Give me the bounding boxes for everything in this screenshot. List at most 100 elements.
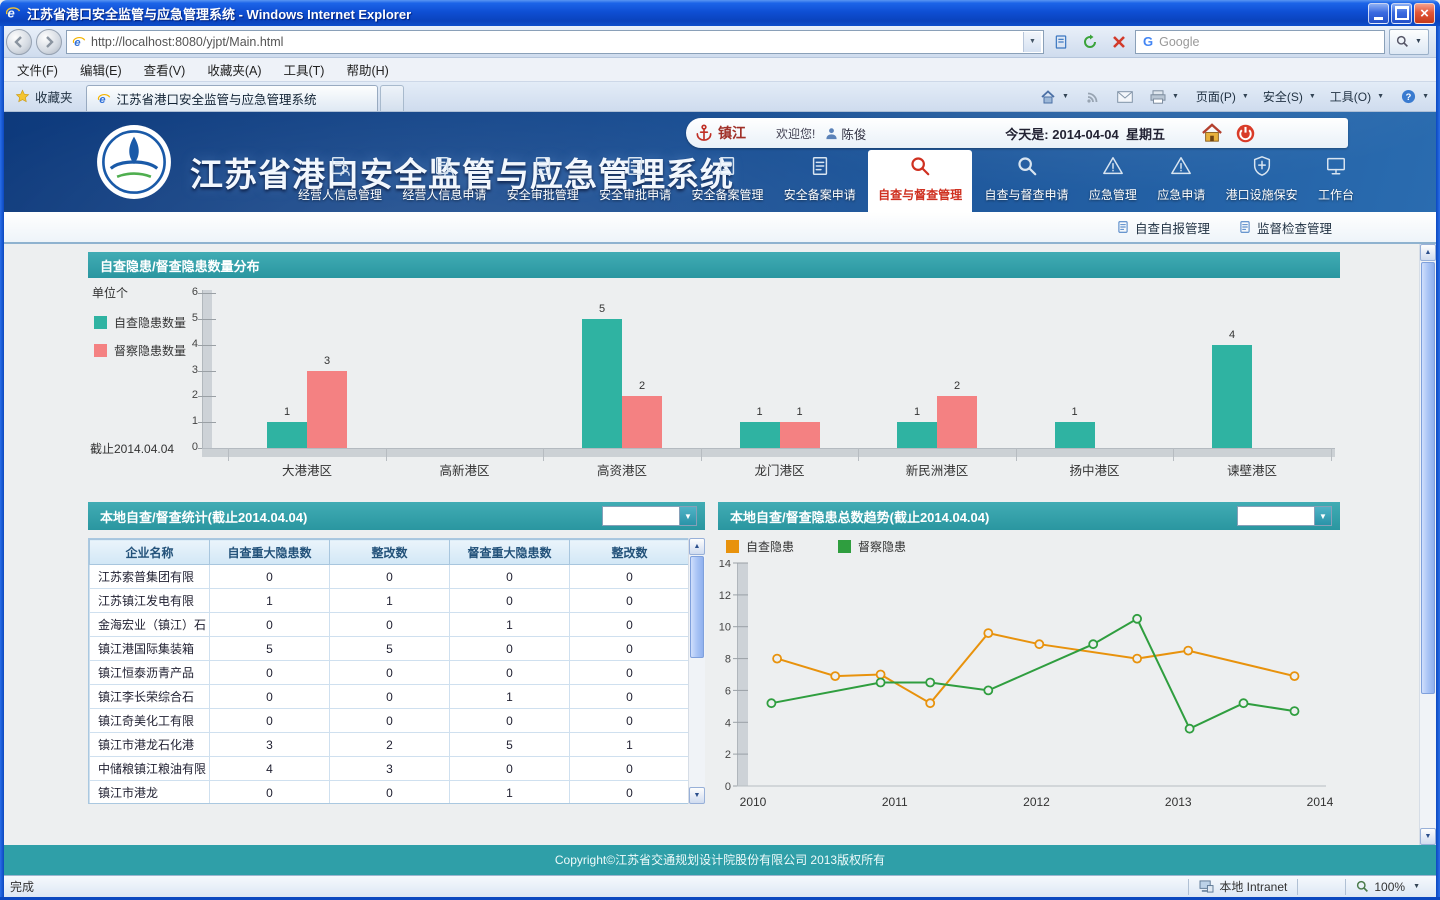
nav-item-2[interactable]: 安全审批管理 [499,150,587,212]
magnifier-icon [1016,155,1038,182]
google-icon: G [1143,34,1153,49]
warning-icon [1170,155,1192,182]
bar-category-label: 高新港区 [395,460,535,479]
favorites-button[interactable]: 收藏夹 [6,84,82,108]
svg-text:2: 2 [725,749,731,761]
browser-tab[interactable]: e 江苏省港口安全监管与应急管理系统 [86,85,378,111]
help-button[interactable]: ?▼ [1394,87,1436,106]
menu-view[interactable]: 查看(V) [133,57,197,82]
table-row[interactable]: 镇江市港龙0010 [90,781,690,805]
home-icon[interactable] [1201,123,1223,143]
table-row[interactable]: 江苏索普集团有限0000 [90,565,690,589]
nav-item-0[interactable]: 经营人信息管理 [290,150,390,212]
nav-item-8[interactable]: 应急管理 [1081,150,1145,212]
stats-column-header[interactable]: 整改数 [330,540,450,565]
stats-panel-title: 本地自查/督查统计(截止2014.04.04) [100,507,307,526]
address-dropdown-button[interactable]: ▼ [1023,32,1041,52]
stats-column-header[interactable]: 企业名称 [90,540,210,565]
table-row[interactable]: 镇江港国际集装箱5500 [90,637,690,661]
magnifier-icon [909,155,931,182]
toolbar-tools-button[interactable]: 工具(O)▼ [1323,86,1391,107]
stop-button[interactable] [1106,30,1131,54]
menu-help[interactable]: 帮助(H) [335,57,399,82]
table-scrollbar[interactable]: ▲ ▼ [688,538,705,804]
nav-item-7[interactable]: 自查与督查申请 [977,150,1077,212]
scroll-up-button[interactable]: ▲ [689,538,705,555]
trend-panel-title: 本地自查/督查隐患总数趋势(截止2014.04.04) [730,507,989,526]
new-tab-button[interactable] [380,85,404,111]
menu-favorites[interactable]: 收藏夹(A) [196,57,272,82]
person-doc-icon [329,155,351,182]
table-row[interactable]: 镇江奇美化工有限0000 [90,709,690,733]
svg-text:2013: 2013 [1165,795,1192,809]
menu-edit[interactable]: 编辑(E) [69,57,133,82]
nav-item-4[interactable]: 安全备案管理 [683,150,771,212]
stats-column-header[interactable]: 整改数 [570,540,690,565]
table-row[interactable]: 中储粮镇江粮油有限4300 [90,757,690,781]
toolbar-page-button[interactable]: 页面(P)▼ [1189,86,1256,107]
doc-icon [1238,220,1252,234]
search-placeholder: Google [1159,35,1199,49]
scroll-down-button[interactable]: ▼ [689,787,705,804]
address-toolbar: e http://localhost:8080/yjpt/Main.html ▼… [0,26,1440,58]
stats-column-header[interactable]: 自查重大隐患数 [210,540,330,565]
favorites-bar: 收藏夹 e 江苏省港口安全监管与应急管理系统 ▼ ▼ 页面(P)▼安全(S)▼工… [0,82,1440,112]
stats-filter-select[interactable]: ▼ [602,506,697,526]
refresh-button[interactable] [1077,30,1102,54]
stats-table: 企业名称自查重大隐患数整改数督查重大隐患数整改数江苏索普集团有限0000江苏镇江… [89,539,690,804]
nav-item-3[interactable]: 安全审批申请 [591,150,679,212]
bar-value-label: 1 [1055,406,1095,418]
page-scrollbar[interactable]: ▲ ▼ [1419,244,1436,845]
print-button[interactable]: ▼ [1143,88,1186,106]
scrollbar-thumb[interactable] [690,556,704,658]
nav-item-10[interactable]: 港口设施保安 [1218,150,1306,212]
forward-button[interactable] [36,29,62,55]
toolbar-safety-button[interactable]: 安全(S)▼ [1256,86,1323,107]
logout-button[interactable] [1235,123,1256,144]
scroll-up-button[interactable]: ▲ [1420,244,1436,261]
minimize-button[interactable] [1368,3,1389,24]
compatibility-button[interactable] [1048,30,1073,54]
window-titlebar[interactable]: e 江苏省港口安全监管与应急管理系统 - Windows Internet Ex… [0,0,1440,26]
scrollbar-thumb[interactable] [1421,262,1435,694]
trend-filter-select[interactable]: ▼ [1237,506,1332,526]
table-row[interactable]: 镇江市港龙石化港3251 [90,733,690,757]
bar-x-axis [202,448,1335,457]
nav-item-5[interactable]: 安全备案申请 [776,150,864,212]
close-button[interactable] [1414,3,1435,24]
back-button[interactable] [6,29,32,55]
svg-text:2012: 2012 [1023,795,1050,809]
table-row[interactable]: 金海宏业（镇江）石0010 [90,613,690,637]
search-input[interactable]: G Google [1135,30,1385,54]
subnav-item-0[interactable]: 自查自报管理 [1116,218,1210,237]
status-text: 完成 [10,878,34,895]
maximize-button[interactable] [1391,3,1412,24]
bar-category-label: 高资港区 [552,460,692,479]
table-row[interactable]: 镇江李长荣综合石0010 [90,685,690,709]
doc-icon [716,155,738,182]
bar-self-check [1055,422,1095,448]
nav-item-1[interactable]: 经营人信息申请 [394,150,494,212]
chevron-down-icon: ▼ [1314,507,1331,525]
menu-tools[interactable]: 工具(T) [272,57,335,82]
nav-item-11[interactable]: 工作台 [1310,150,1362,212]
scroll-down-button[interactable]: ▼ [1420,828,1436,845]
window-title: 江苏省港口安全监管与应急管理系统 - Windows Internet Expl… [27,4,411,23]
read-mail-button[interactable] [1110,89,1140,105]
nav-item-6[interactable]: 自查与督查管理 [868,150,972,212]
nav-item-9[interactable]: 应急申请 [1149,150,1213,212]
stats-column-header[interactable]: 督查重大隐患数 [450,540,570,565]
feeds-button[interactable] [1079,88,1107,106]
menu-file[interactable]: 文件(F) [6,57,69,82]
address-bar[interactable]: e http://localhost:8080/yjpt/Main.html ▼ [66,30,1044,54]
table-row[interactable]: 江苏镇江发电有限1100 [90,589,690,613]
subnav-item-1[interactable]: 监督检查管理 [1238,218,1332,237]
bar-value-label: 5 [582,303,622,315]
zoom-control[interactable]: 100% ▼ [1345,879,1430,895]
ie-logo-icon: e [5,5,21,21]
table-row[interactable]: 镇江恒泰沥青产品0000 [90,661,690,685]
search-button[interactable]: ▼ [1389,29,1429,55]
stats-table-wrap: 企业名称自查重大隐患数整改数督查重大隐患数整改数江苏索普集团有限0000江苏镇江… [88,538,705,804]
home-button[interactable]: ▼ [1033,87,1076,107]
welcome-label: 欢迎您! [776,125,815,142]
